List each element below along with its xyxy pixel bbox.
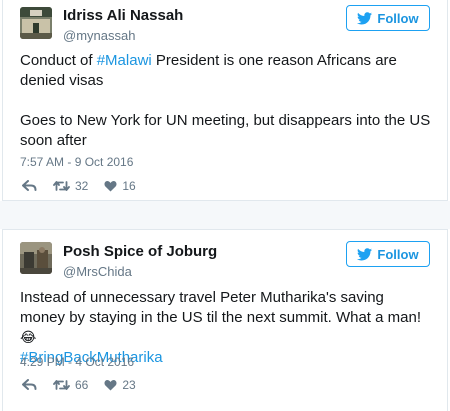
like-count: 23 xyxy=(122,378,136,392)
tweet-actions: 32 16 xyxy=(22,179,152,193)
reply-icon xyxy=(22,379,37,390)
hashtag-link[interactable]: #Malawi xyxy=(97,52,152,69)
retweet-button[interactable]: 66 xyxy=(53,378,88,392)
heart-icon xyxy=(104,380,117,391)
tweet-feed: Idriss Ali Nassah @mynassah Follow Condu… xyxy=(0,0,450,411)
author-name[interactable]: Idriss Ali Nassah xyxy=(63,7,183,24)
timestamp[interactable]: 4:29 PM - 4 Oct 2016 xyxy=(20,355,134,369)
avatar[interactable] xyxy=(20,7,52,39)
tweet-text: Goes to New York for UN meeting, but dis… xyxy=(20,112,431,149)
tweet-text: Conduct of #Malawi President is one reas… xyxy=(20,51,433,91)
reply-button[interactable] xyxy=(22,379,37,391)
retweet-icon xyxy=(53,181,70,191)
retweet-button[interactable]: 32 xyxy=(53,179,88,193)
tweet-text-part: Instead of unnecessary travel Peter Muth… xyxy=(20,289,422,326)
twitter-bird-icon xyxy=(357,247,373,260)
like-button[interactable]: 16 xyxy=(104,179,136,193)
retweet-icon xyxy=(53,380,70,390)
reply-icon xyxy=(22,180,37,191)
timestamp[interactable]: 7:57 AM - 9 Oct 2016 xyxy=(20,155,133,169)
tweet-card: Posh Spice of Joburg @MrsChida Follow In… xyxy=(2,229,448,411)
follow-label: Follow xyxy=(377,246,419,262)
twitter-bird-icon xyxy=(357,11,373,24)
tweet-separator xyxy=(0,201,450,229)
tweet-actions: 66 23 xyxy=(22,378,152,392)
tweet-text-part: Conduct of xyxy=(20,52,97,69)
reply-button[interactable] xyxy=(22,180,37,192)
follow-button[interactable]: Follow xyxy=(346,5,430,31)
follow-label: Follow xyxy=(377,10,419,26)
author-handle[interactable]: @mynassah xyxy=(63,28,135,43)
author-name[interactable]: Posh Spice of Joburg xyxy=(63,243,217,260)
avatar[interactable] xyxy=(20,242,52,274)
tweet-card: Idriss Ali Nassah @mynassah Follow Condu… xyxy=(2,0,448,201)
like-count: 16 xyxy=(122,179,136,193)
author-handle[interactable]: @MrsChida xyxy=(63,264,132,279)
follow-button[interactable]: Follow xyxy=(346,241,430,267)
tears-of-joy-emoji-icon: 😂 xyxy=(20,330,37,346)
retweet-count: 66 xyxy=(75,378,89,392)
heart-icon xyxy=(104,181,117,192)
like-button[interactable]: 23 xyxy=(104,378,136,392)
retweet-count: 32 xyxy=(75,179,89,193)
